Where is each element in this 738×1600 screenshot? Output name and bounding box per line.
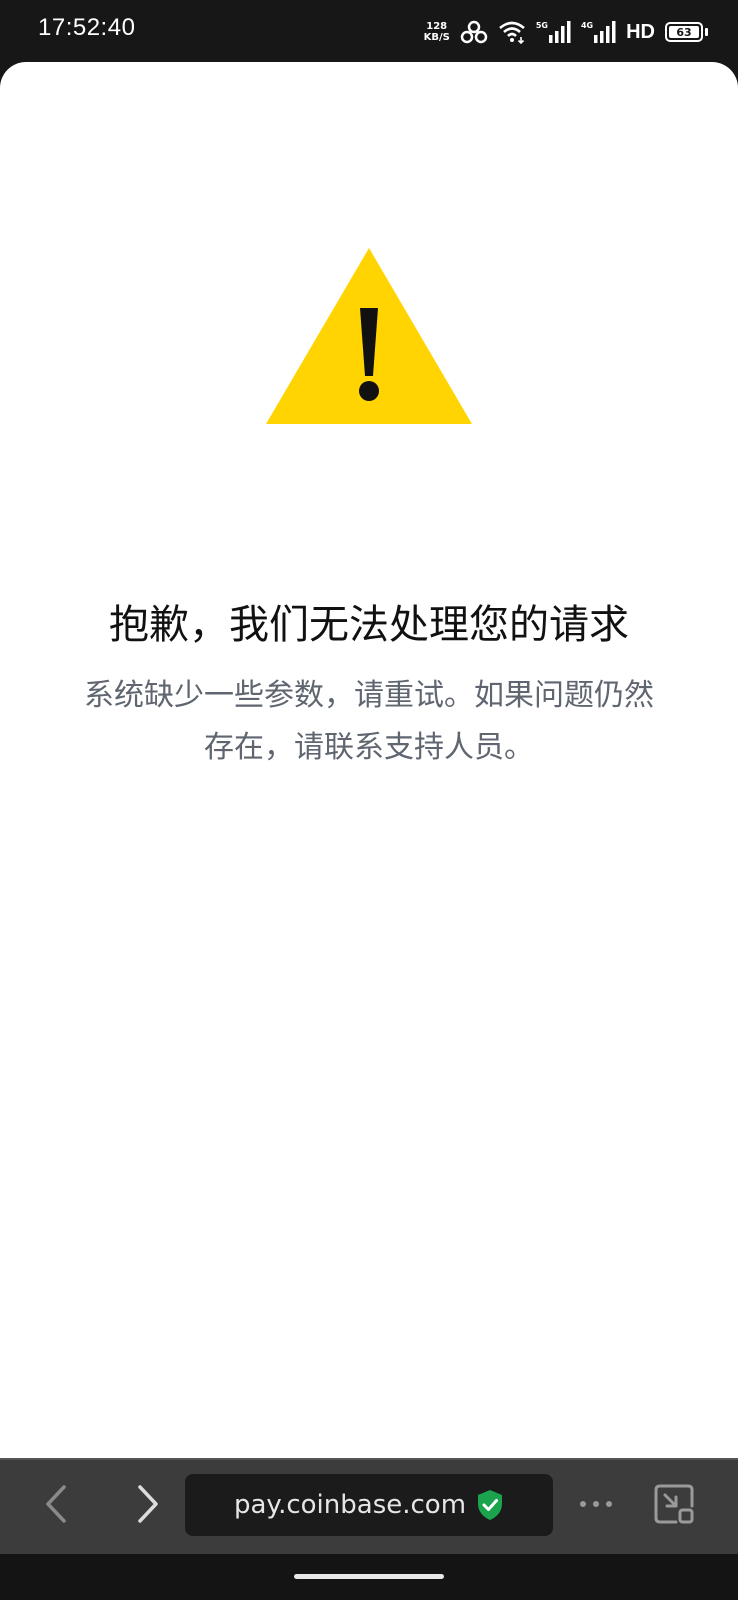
address-bar[interactable]: pay.coinbase.com: [185, 1474, 553, 1536]
more-icon: [580, 1501, 612, 1507]
gesture-bar: [0, 1554, 738, 1600]
network-speed-unit: KB/S: [423, 32, 450, 43]
network-speed-value: 128: [426, 21, 448, 32]
home-indicator[interactable]: [294, 1574, 444, 1579]
signal-icon: [548, 21, 571, 43]
status-bar: 17:52:40 128 KB/S 5G 4G HD 63: [0, 0, 738, 64]
status-icons: 128 KB/S 5G 4G HD 63: [424, 18, 708, 46]
url-text: pay.coinbase.com: [233, 1490, 467, 1520]
error-message: 系统缺少一些参数，请重试。如果问题仍然 存在，请联系支持人员。: [44, 670, 694, 774]
signal-5g-label: 5G: [535, 21, 548, 30]
wifi-icon: [498, 21, 525, 44]
error-title: 抱歉，我们无法处理您的请求: [109, 602, 629, 648]
battery-level: 63: [676, 25, 692, 39]
more-button[interactable]: [572, 1480, 620, 1528]
network-speed: 128 KB/S: [424, 21, 450, 43]
back-icon: [46, 1485, 66, 1523]
forward-button[interactable]: [124, 1480, 172, 1528]
secure-shield-icon: [478, 1490, 503, 1520]
hotspot-icon: [460, 20, 488, 44]
minimize-window-icon: [654, 1484, 694, 1524]
battery-icon: 63: [665, 22, 703, 42]
signal-4g: 4G: [581, 21, 616, 43]
signal-4g-label: 4G: [580, 21, 594, 30]
error-page: 抱歉，我们无法处理您的请求 系统缺少一些参数，请重试。如果问题仍然 存在，请联系…: [0, 62, 738, 1458]
browser-toolbar: pay.coinbase.com: [0, 1458, 738, 1554]
minimize-window-button[interactable]: [650, 1480, 698, 1528]
forward-icon: [138, 1485, 158, 1523]
hd-label: HD: [626, 20, 655, 43]
error-message-line-2: 存在，请联系支持人员。: [204, 730, 534, 765]
warning-icon: [266, 248, 472, 424]
error-message-line-1: 系统缺少一些参数，请重试。如果问题仍然: [84, 678, 654, 713]
signal-5g: 5G: [536, 21, 571, 43]
signal-icon: [594, 21, 616, 43]
status-time: 17:52:40: [38, 14, 136, 41]
back-button[interactable]: [32, 1480, 80, 1528]
battery-nub: [705, 28, 708, 36]
